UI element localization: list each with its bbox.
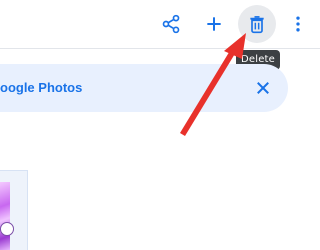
app-viewport: Delete oogle Photos [0,0,320,250]
top-toolbar [0,0,320,49]
plus-icon [207,17,221,31]
more-options-button[interactable] [280,6,316,42]
more-vert-icon [296,16,300,32]
close-banner-button[interactable] [245,70,281,106]
add-button[interactable] [196,6,232,42]
trash-icon [250,16,264,34]
share-button[interactable] [153,6,189,42]
share-icon [162,14,180,34]
close-icon [257,82,269,94]
selection-checkbox[interactable] [0,222,14,236]
banner-text: oogle Photos [0,80,83,95]
photo-image[interactable] [0,182,10,250]
delete-button[interactable] [238,5,276,43]
